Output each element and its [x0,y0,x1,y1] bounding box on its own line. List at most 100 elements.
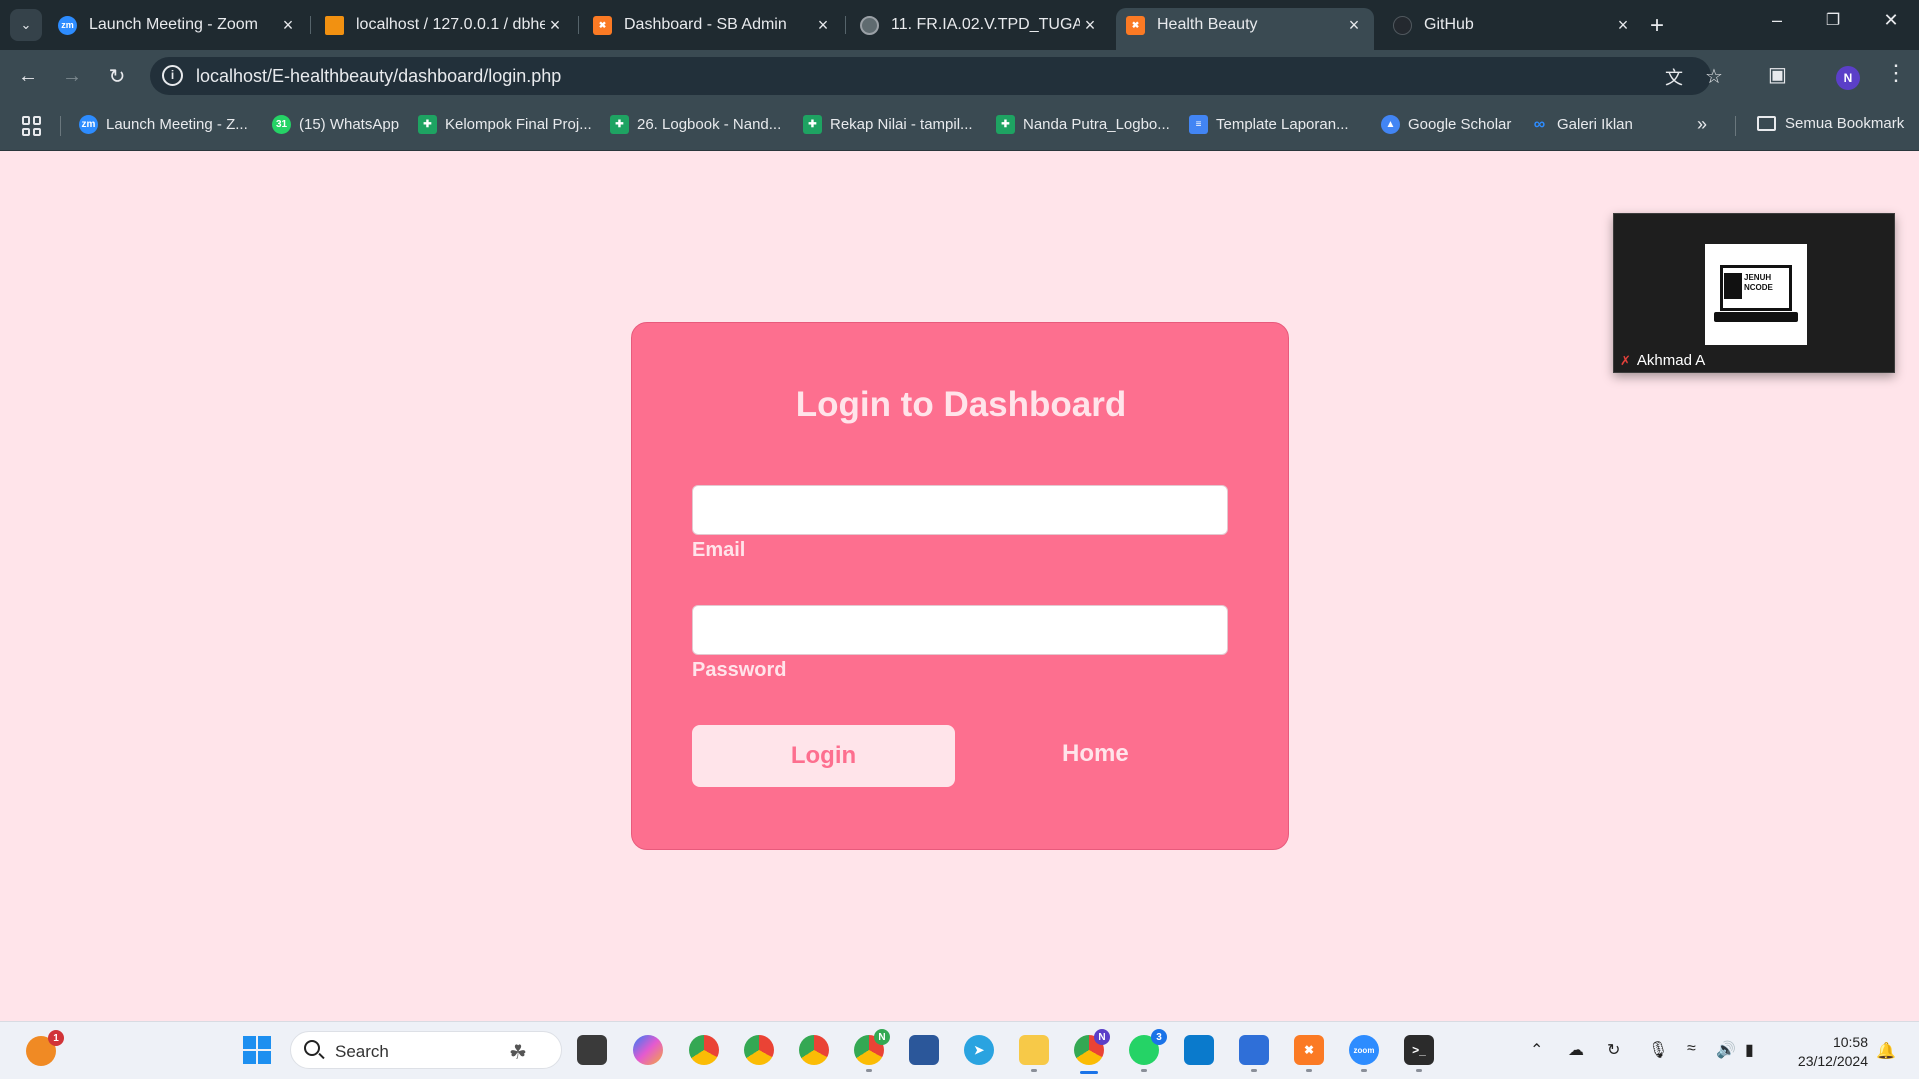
extensions-icon[interactable]: ▣ [1768,62,1787,87]
windows-start-icon[interactable] [243,1036,271,1064]
bookmark-item[interactable]: ∞ Galeri Iklan [1530,115,1633,134]
phpmyadmin-icon [325,15,344,35]
bookmarks-separator [60,116,61,136]
translate-icon[interactable]: 文 [1665,64,1683,90]
email-field[interactable] [692,485,1228,535]
sheets-icon: ✚ [996,115,1015,134]
bookmark-item[interactable]: ✚ Rekap Nilai - tampil... [803,115,973,134]
sheets-icon: ✚ [803,115,822,134]
close-icon[interactable]: × [1080,15,1100,36]
bookmark-folder-label: Semua Bookmark [1785,115,1905,132]
bookmark-item[interactable]: ✚ 26. Logbook - Nand... [610,115,781,134]
close-icon[interactable]: × [278,15,298,36]
microphone-icon[interactable]: 🎙 [1648,1040,1668,1060]
url-text[interactable]: localhost/E-healthbeauty/dashboard/login… [196,66,561,87]
search-highlight-icon: ☘ [509,1042,527,1064]
tab-fr-ia-document[interactable]: 11. FR.IA.02.V.TPD_TUGAS P × [860,8,1100,42]
close-icon[interactable]: × [1344,15,1364,36]
tab-title: localhost / 127.0.0.1 / dbhe [356,16,545,33]
close-window-button[interactable]: ✕ [1876,10,1906,31]
notification-badge: 1 [48,1030,64,1046]
login-button[interactable]: Login [692,725,955,787]
zoom-video-panel[interactable]: JENUH NCODE ✗ Akhmad A [1613,213,1895,373]
bookmark-label: Galeri Iklan [1557,116,1633,133]
bookmark-label: Rekap Nilai - tampil... [830,116,973,133]
participant-name-tag: ✗ Akhmad A [1620,352,1705,369]
sheets-icon: ✚ [610,115,629,134]
reload-button[interactable]: ↻ [103,62,131,90]
tab-separator [578,16,579,34]
xampp-icon: ✖ [593,15,612,35]
bookmark-item[interactable]: 31 (15) WhatsApp [272,115,399,134]
minimize-button[interactable]: – [1762,10,1792,31]
notification-bell-icon[interactable]: 🔔 [1876,1041,1896,1061]
weather-icon[interactable]: 1 [26,1030,64,1066]
tab-title: 11. FR.IA.02.V.TPD_TUGAS P [891,16,1080,33]
bookmark-item[interactable]: ▲ Google Scholar [1381,115,1511,134]
profile-avatar[interactable]: N [1836,66,1860,90]
tab-phpmyadmin[interactable]: localhost / 127.0.0.1 / dbhe × [325,8,565,42]
bookmark-label: Template Laporan... [1216,116,1349,133]
restore-icon: ❐ [1825,12,1841,29]
participant-name: Akhmad A [1636,352,1706,369]
tab-zoom[interactable]: zm Launch Meeting - Zoom × [58,8,298,42]
restore-button[interactable]: ❐ [1818,10,1848,30]
address-bar[interactable]: i localhost/E-healthbeauty/dashboard/log… [150,57,1723,95]
wifi-icon[interactable]: ≈ [1687,1040,1696,1058]
menu-kebab-icon[interactable]: ⋮ [1885,60,1907,86]
system-clock[interactable]: 10:58 23/12/2024 [1788,1033,1868,1071]
chevron-down-icon: ⌄ [20,17,32,32]
tab-health-beauty[interactable]: ✖ Health Beauty × [1116,8,1374,50]
more-bookmarks-icon[interactable]: » [1697,114,1707,135]
onedrive-icon[interactable]: ☁ [1568,1040,1584,1060]
bookmark-item[interactable]: zm Launch Meeting - Z... [79,115,248,134]
meta-icon: ∞ [1533,115,1546,133]
bookmark-item[interactable]: ≡ Template Laporan... [1189,115,1349,134]
tab-title: Dashboard - SB Admin [624,16,787,33]
minimize-icon: – [1771,10,1782,30]
reload-icon: ↻ [108,65,126,88]
bookmark-item[interactable]: ✚ Kelompok Final Proj... [418,115,592,134]
bookmark-label: Launch Meeting - Z... [106,116,248,133]
close-icon[interactable]: × [1613,15,1633,36]
browser-toolbar: ← → ↻ i localhost/E-healthbeauty/dashboa… [0,50,1919,102]
bookmark-label: (15) WhatsApp [299,116,400,133]
site-info-icon[interactable]: i [162,65,183,86]
bookmarks-bar: zm Launch Meeting - Z... 31 (15) WhatsAp… [0,102,1919,151]
whatsapp-icon: 31 [272,115,291,134]
close-icon[interactable]: × [545,15,565,36]
tab-title: Health Beauty [1157,16,1258,33]
tab-title: Launch Meeting - Zoom [89,16,258,33]
participant-avatar: JENUH NCODE [1705,244,1807,345]
password-field[interactable] [692,605,1228,655]
scholar-icon: ▲ [1381,115,1400,134]
tab-dashboard-sb-admin[interactable]: ✖ Dashboard - SB Admin × [593,8,833,42]
volume-icon[interactable]: 🔊 [1716,1040,1736,1060]
bookmark-star-icon[interactable]: ☆ [1705,64,1723,89]
tab-github[interactable]: GitHub × [1393,8,1633,42]
new-tab-button[interactable]: + [1650,12,1664,40]
apps-grid-icon[interactable] [22,116,42,136]
plus-icon: + [1650,12,1665,39]
laptop-logo-icon: JENUH NCODE [1714,264,1798,325]
docs-icon: ≡ [1189,115,1208,134]
battery-icon[interactable]: ▮ [1745,1040,1754,1060]
home-link[interactable]: Home [1062,740,1129,768]
bookmark-label: Nanda Putra_Logbo... [1023,116,1170,133]
taskbar-search[interactable]: Search ☘ [290,1031,562,1069]
tray-overflow-icon[interactable]: ⌃ [1530,1040,1543,1060]
all-bookmarks-folder[interactable]: Semua Bookmark [1757,115,1904,132]
login-title: Login to Dashboard [795,385,1127,424]
tab-separator [310,16,311,34]
sync-icon[interactable]: ↻ [1607,1040,1620,1060]
bookmark-label: 26. Logbook - Nand... [637,116,782,133]
login-card: Login to Dashboard Email Password Login … [631,322,1289,850]
tab-search-button[interactable]: ⌄ [10,9,42,41]
bookmark-label: Kelompok Final Proj... [445,116,592,133]
back-button[interactable]: ← [14,62,42,90]
bookmark-item[interactable]: ✚ Nanda Putra_Logbo... [996,115,1170,134]
windows-taskbar: 1 [0,1021,1919,1079]
close-icon[interactable]: × [813,15,833,36]
forward-button[interactable]: → [58,62,86,90]
xampp-icon: ✖ [1126,15,1145,35]
